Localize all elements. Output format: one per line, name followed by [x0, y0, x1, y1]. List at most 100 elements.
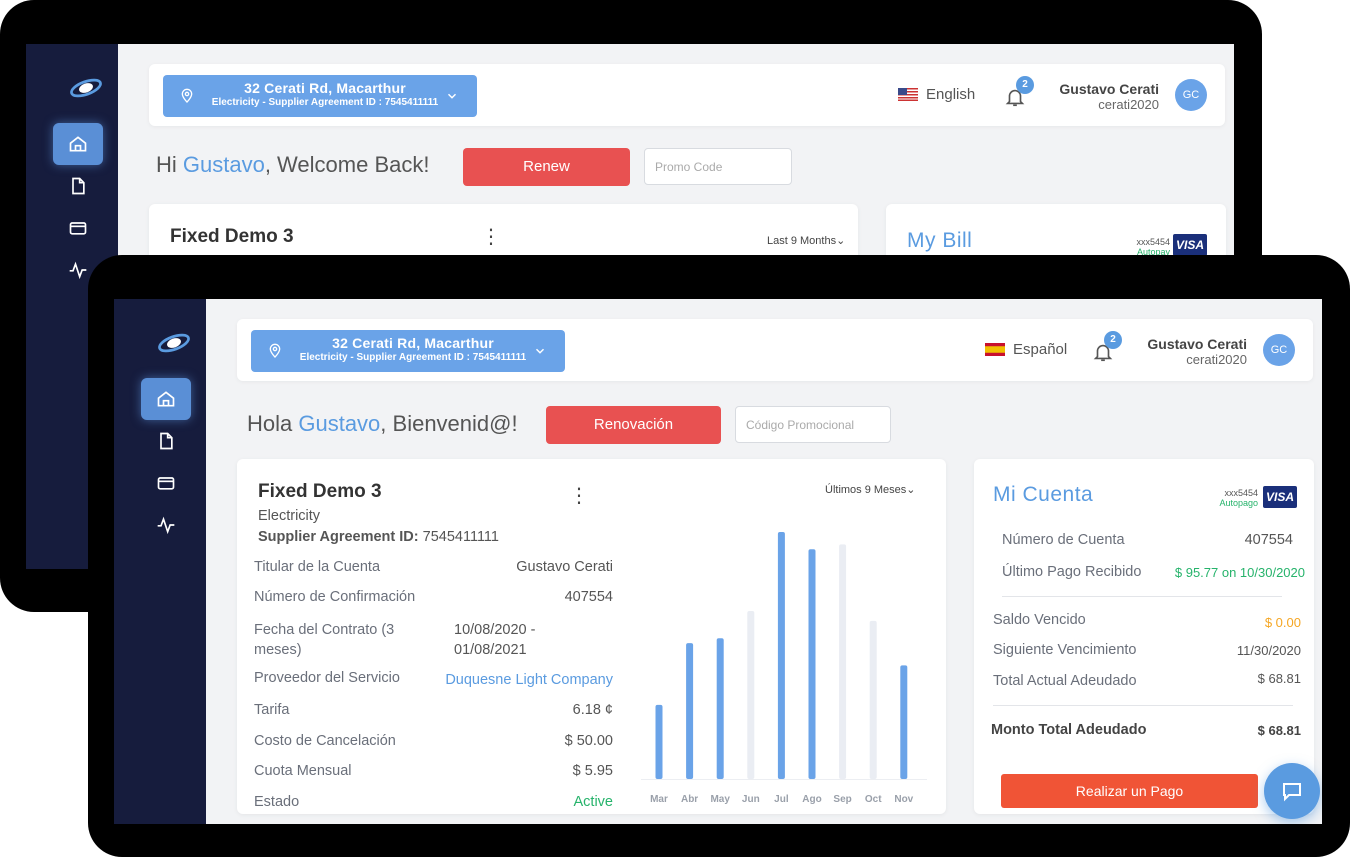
- language-label: Español: [1013, 341, 1068, 358]
- current-total-label: Total Actual Adeudado: [993, 673, 1137, 689]
- nav-usage[interactable]: [141, 504, 191, 546]
- card-info: xxx5454 Autopago: [1219, 488, 1258, 508]
- user-id: cerati2020: [1186, 352, 1247, 367]
- front-device-frame: 32 Cerati Rd, Macarthur Electricity - Su…: [88, 255, 1350, 857]
- front-sidebar: [114, 299, 206, 824]
- bar-may: [716, 638, 724, 779]
- nav-home[interactable]: [53, 123, 103, 165]
- bar-abr: [686, 643, 694, 779]
- logo-icon: [70, 78, 102, 98]
- promo-code-input[interactable]: Promo Code: [644, 148, 792, 185]
- front-bill-card: Mi Cuenta xxx5454 Autopago VISA Número d…: [974, 459, 1314, 814]
- bar-oct: [869, 620, 877, 779]
- chevron-down-icon: [535, 348, 545, 354]
- front-language-selector[interactable]: Español: [985, 341, 1067, 358]
- divider: [1002, 596, 1282, 597]
- front-address-selector[interactable]: 32 Cerati Rd, Macarthur Electricity - Su…: [251, 330, 565, 372]
- kebab-menu-icon[interactable]: ⋮: [481, 227, 501, 247]
- renew-button[interactable]: Renew: [463, 148, 630, 186]
- bar-ago: [808, 549, 816, 779]
- nav-billing[interactable]: [53, 207, 103, 249]
- holder-value: Gustavo Cerati: [516, 559, 613, 575]
- agreement-id-line: Supplier Agreement ID: 7545411111: [258, 529, 499, 545]
- address-line: 32 Cerati Rd, Macarthur: [332, 335, 494, 351]
- home-icon: [69, 136, 87, 152]
- account-number-value: 407554: [1244, 532, 1293, 548]
- agreement-line: Electricity - Supplier Agreement ID : 75…: [299, 352, 527, 363]
- x-tick-label: Jun: [742, 794, 760, 805]
- chevron-down-icon: [447, 93, 457, 99]
- total-due-label: Monto Total Adeudado: [991, 722, 1147, 738]
- x-tick-label: Nov: [894, 794, 913, 805]
- period-selector[interactable]: Últimos 9 Meses⌄: [825, 483, 916, 496]
- agreement-line: Electricity - Supplier Agreement ID : 75…: [211, 97, 439, 108]
- document-icon: [72, 177, 85, 195]
- kebab-menu-icon[interactable]: ⋮: [569, 486, 589, 506]
- renew-button[interactable]: Renovación: [546, 406, 721, 444]
- usage-bar-chart: Mar Abr May Jun Jul Ago Sep Oct Nov: [641, 532, 927, 805]
- x-tick-label: Ago: [802, 794, 821, 805]
- account-number-label: Número de Cuenta: [1002, 532, 1125, 548]
- promo-code-input[interactable]: Código Promocional: [735, 406, 891, 443]
- rate-label: Tarifa: [254, 702, 290, 718]
- visa-logo: VISA: [1263, 486, 1297, 508]
- contract-date-value: 10/08/2020 - 01/08/2021: [454, 622, 536, 658]
- plan-title: Fixed Demo 3: [258, 481, 382, 502]
- monthly-fee-label: Cuota Mensual: [254, 763, 352, 779]
- bar-jun: [747, 611, 755, 779]
- bill-title: Mi Cuenta: [993, 483, 1094, 506]
- nav-home[interactable]: [141, 378, 191, 420]
- credit-card-icon: [69, 222, 87, 235]
- bar-nov: [900, 665, 908, 779]
- next-due-value: 11/30/2020: [1236, 643, 1301, 658]
- bar-sep: [839, 544, 847, 779]
- nav-documents[interactable]: [53, 165, 103, 207]
- card-info: xxx5454 Autopay: [1136, 237, 1170, 257]
- nav-documents[interactable]: [141, 420, 191, 462]
- x-tick-label: Jul: [774, 794, 789, 805]
- period-selector[interactable]: Last 9 Months⌄: [767, 234, 845, 247]
- front-plan-card: Fixed Demo 3 ⋮ Electricity Supplier Agre…: [237, 459, 946, 814]
- x-tick-label: May: [710, 794, 730, 805]
- nav-billing[interactable]: [141, 462, 191, 504]
- address-line: 32 Cerati Rd, Macarthur: [244, 80, 406, 96]
- front-greeting: Hola Gustavo, Bienvenid@!: [247, 411, 518, 436]
- bar-mar: [655, 704, 663, 779]
- back-topbar: 32 Cerati Rd, Macarthur Electricity - Su…: [149, 64, 1225, 126]
- spain-flag-icon: [985, 343, 1005, 356]
- plan-type: Electricity: [258, 508, 321, 524]
- confirmation-label: Número de Confirmación: [254, 589, 416, 605]
- bar-jul: [777, 532, 785, 779]
- make-payment-button[interactable]: Realizar un Pago: [1001, 774, 1258, 808]
- provider-label: Proveedor del Servicio: [254, 670, 400, 686]
- holder-label: Titular de la Cuenta: [254, 559, 381, 575]
- past-due-value: $ 0.00: [1264, 615, 1301, 630]
- avatar[interactable]: GC: [1175, 79, 1207, 111]
- contract-date-label: Fecha del Contrato (3 meses): [254, 622, 395, 658]
- x-tick-label: Mar: [650, 794, 668, 805]
- monthly-fee-value: $ 5.95: [572, 763, 613, 779]
- divider: [993, 705, 1293, 706]
- confirmation-value: 407554: [564, 589, 613, 605]
- visa-logo: VISA: [1173, 234, 1207, 256]
- user-name: Gustavo Cerati: [1147, 336, 1247, 352]
- past-due-label: Saldo Vencido: [993, 612, 1086, 628]
- provider-link[interactable]: Duquesne Light Company: [413, 672, 613, 688]
- back-language-selector[interactable]: English: [898, 86, 975, 103]
- avatar[interactable]: GC: [1263, 334, 1295, 366]
- front-screen: 32 Cerati Rd, Macarthur Electricity - Su…: [114, 299, 1322, 824]
- bill-title: My Bill: [907, 229, 973, 252]
- last-payment-value: $ 95.77 on 10/30/2020: [1174, 565, 1305, 580]
- cancellation-value: $ 50.00: [564, 733, 613, 749]
- language-label: English: [926, 86, 976, 103]
- rate-value: 6.18 ¢: [572, 702, 613, 718]
- status-value: Active: [573, 794, 614, 810]
- x-tick-label: Abr: [681, 794, 698, 805]
- document-icon: [160, 432, 173, 450]
- back-address-selector[interactable]: 32 Cerati Rd, Macarthur Electricity - Su…: [163, 75, 477, 117]
- activity-icon: [157, 516, 175, 535]
- credit-card-icon: [157, 477, 175, 490]
- chat-button[interactable]: [1264, 763, 1320, 819]
- front-topbar: 32 Cerati Rd, Macarthur Electricity - Su…: [237, 319, 1313, 381]
- total-due-value: $ 68.81: [1257, 723, 1301, 738]
